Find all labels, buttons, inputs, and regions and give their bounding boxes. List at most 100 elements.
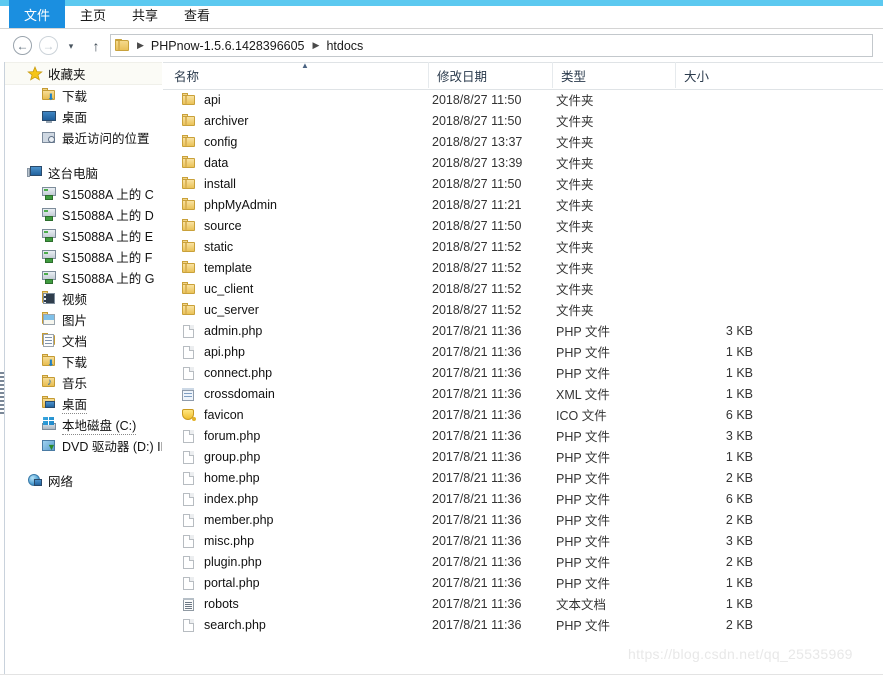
table-row[interactable]: misc.php 2017/8/21 11:36 PHP 文件 3 KB — [163, 530, 883, 551]
file-name-cell[interactable]: plugin.php — [163, 551, 262, 572]
file-name-cell[interactable]: uc_server — [163, 299, 259, 320]
sidebar-item-drive-g[interactable]: S15088A 上的 G — [5, 267, 162, 288]
file-name-cell[interactable]: robots — [163, 593, 239, 614]
sidebar-item-recent-places[interactable]: 最近访问的位置 — [5, 127, 162, 148]
table-row[interactable]: install 2018/8/27 11:50 文件夹 — [163, 173, 883, 194]
address-bar[interactable]: ▶ PHPnow-1.5.6.1428396605 ▶ htdocs — [110, 34, 873, 57]
file-name-cell[interactable]: connect.php — [163, 362, 272, 383]
table-row[interactable]: phpMyAdmin 2018/8/27 11:21 文件夹 — [163, 194, 883, 215]
splitter-grip-handle[interactable] — [0, 372, 4, 416]
file-name-cell[interactable]: crossdomain — [163, 383, 275, 404]
file-name-cell[interactable]: group.php — [163, 446, 260, 467]
column-header-date[interactable]: 修改日期 — [428, 62, 552, 88]
php-file-icon — [181, 470, 197, 486]
sidebar-item-downloads-fav[interactable]: ⬇ 下载 — [5, 85, 162, 106]
file-name-cell[interactable]: api — [163, 89, 221, 110]
breadcrumb-separator-icon[interactable]: ▶ — [308, 40, 324, 51]
column-header-name[interactable]: 名称 — [163, 62, 428, 88]
table-row[interactable]: admin.php 2017/8/21 11:36 PHP 文件 3 KB — [163, 320, 883, 341]
tab-view[interactable]: 查看 — [172, 0, 222, 28]
file-name-cell[interactable]: template — [163, 257, 252, 278]
up-arrow-icon[interactable]: ↑ — [88, 37, 104, 55]
tab-file[interactable]: 文件 — [9, 0, 65, 28]
sidebar-item-desktop-pc[interactable]: 桌面 — [5, 393, 162, 414]
file-name-cell[interactable]: api.php — [163, 341, 245, 362]
file-type-cell: PHP 文件 — [556, 430, 610, 444]
table-row[interactable]: api 2018/8/27 11:50 文件夹 — [163, 89, 883, 110]
column-header-type[interactable]: 类型 — [552, 62, 675, 88]
file-name-cell[interactable]: admin.php — [163, 320, 262, 341]
table-row[interactable]: index.php 2017/8/21 11:36 PHP 文件 6 KB — [163, 488, 883, 509]
table-row[interactable]: connect.php 2017/8/21 11:36 PHP 文件 1 KB — [163, 362, 883, 383]
sidebar-item-pictures[interactable]: 图片 — [5, 309, 162, 330]
table-row[interactable]: config 2018/8/27 13:37 文件夹 — [163, 131, 883, 152]
sidebar-group-this-pc[interactable]: 这台电脑 — [5, 162, 162, 183]
column-header-date-label: 修改日期 — [437, 69, 488, 84]
tab-file-label: 文件 — [23, 7, 50, 23]
file-name-cell[interactable]: source — [163, 215, 242, 236]
table-row[interactable]: uc_client 2018/8/27 11:52 文件夹 — [163, 278, 883, 299]
breadcrumb-separator-icon[interactable]: ▶ — [132, 40, 148, 51]
file-name-cell[interactable]: config — [163, 131, 237, 152]
sidebar-item-desktop-fav[interactable]: 桌面 — [5, 106, 162, 127]
file-name-cell[interactable]: forum.php — [163, 425, 260, 446]
sidebar-item-videos[interactable]: 视频 — [5, 288, 162, 309]
file-name-cell[interactable]: uc_client — [163, 278, 253, 299]
sidebar-item-label: S15088A 上的 G — [62, 272, 155, 286]
tab-home[interactable]: 主页 — [68, 0, 118, 28]
sidebar-item-drive-e[interactable]: S15088A 上的 E — [5, 225, 162, 246]
file-name-cell[interactable]: data — [163, 152, 228, 173]
table-row[interactable]: crossdomain 2017/8/21 11:36 XML 文件 1 KB — [163, 383, 883, 404]
table-row[interactable]: plugin.php 2017/8/21 11:36 PHP 文件 2 KB — [163, 551, 883, 572]
table-row[interactable]: member.php 2017/8/21 11:36 PHP 文件 2 KB — [163, 509, 883, 530]
table-row[interactable]: home.php 2017/8/21 11:36 PHP 文件 2 KB — [163, 467, 883, 488]
file-size-cell: 1 KB — [725, 386, 753, 401]
sidebar-group-network[interactable]: 网络 — [5, 470, 162, 491]
column-header-size[interactable]: 大小 — [675, 62, 753, 88]
table-row[interactable]: forum.php 2017/8/21 11:36 PHP 文件 3 KB — [163, 425, 883, 446]
file-name-cell[interactable]: favicon — [163, 404, 244, 425]
table-row[interactable]: portal.php 2017/8/21 11:36 PHP 文件 1 KB — [163, 572, 883, 593]
sidebar-group-favorites-label: 收藏夹 — [48, 68, 86, 82]
table-row[interactable]: favicon 2017/8/21 11:36 ICO 文件 6 KB — [163, 404, 883, 425]
sidebar-item-drive-d[interactable]: S15088A 上的 D — [5, 204, 162, 225]
tab-share[interactable]: 共享 — [120, 0, 170, 28]
file-name-cell[interactable]: phpMyAdmin — [163, 194, 277, 215]
file-type-cell: PHP 文件 — [556, 346, 610, 360]
file-name-cell[interactable]: search.php — [163, 614, 266, 635]
table-row[interactable]: data 2018/8/27 13:39 文件夹 — [163, 152, 883, 173]
table-row[interactable]: template 2018/8/27 11:52 文件夹 — [163, 257, 883, 278]
file-name-cell[interactable]: install — [163, 173, 236, 194]
table-row[interactable]: static 2018/8/27 11:52 文件夹 — [163, 236, 883, 257]
recent-locations-chevron-down-icon[interactable]: ▾ — [66, 41, 76, 51]
sidebar-item-dvd-drive-d[interactable]: ▼ DVD 驱动器 (D:) IR — [5, 435, 162, 456]
sidebar-item-music[interactable]: ♪ 音乐 — [5, 372, 162, 393]
table-row[interactable]: search.php 2017/8/21 11:36 PHP 文件 2 KB — [163, 614, 883, 635]
file-name-cell[interactable]: misc.php — [163, 530, 254, 551]
sidebar-item-downloads-pc[interactable]: ⬇ 下载 — [5, 351, 162, 372]
file-name-cell[interactable]: member.php — [163, 509, 273, 530]
forward-icon[interactable]: → — [39, 36, 58, 55]
sidebar-item-drive-c[interactable]: S15088A 上的 C — [5, 183, 162, 204]
sidebar-item-documents[interactable]: 文档 — [5, 330, 162, 351]
table-row[interactable]: robots 2017/8/21 11:36 文本文档 1 KB — [163, 593, 883, 614]
sidebar-item-drive-f[interactable]: S15088A 上的 F — [5, 246, 162, 267]
file-name-label: data — [204, 155, 229, 170]
sidebar-group-favorites[interactable]: 收藏夹 — [5, 62, 162, 85]
breadcrumb-item-htdocs[interactable]: htdocs — [323, 39, 366, 53]
file-name-cell[interactable]: index.php — [163, 488, 258, 509]
back-icon[interactable]: ← — [13, 36, 32, 55]
sidebar-item-local-disk-c[interactable]: 本地磁盘 (C:) — [5, 414, 162, 435]
table-row[interactable]: api.php 2017/8/21 11:36 PHP 文件 1 KB — [163, 341, 883, 362]
folder-icon — [181, 113, 197, 129]
file-name-cell[interactable]: archiver — [163, 110, 248, 131]
file-name-label: index.php — [204, 491, 259, 506]
breadcrumb-item-phpnow[interactable]: PHPnow-1.5.6.1428396605 — [148, 39, 308, 53]
table-row[interactable]: source 2018/8/27 11:50 文件夹 — [163, 215, 883, 236]
table-row[interactable]: group.php 2017/8/21 11:36 PHP 文件 1 KB — [163, 446, 883, 467]
file-name-cell[interactable]: static — [163, 236, 233, 257]
table-row[interactable]: archiver 2018/8/27 11:50 文件夹 — [163, 110, 883, 131]
table-row[interactable]: uc_server 2018/8/27 11:52 文件夹 — [163, 299, 883, 320]
file-name-cell[interactable]: portal.php — [163, 572, 260, 593]
file-name-cell[interactable]: home.php — [163, 467, 260, 488]
